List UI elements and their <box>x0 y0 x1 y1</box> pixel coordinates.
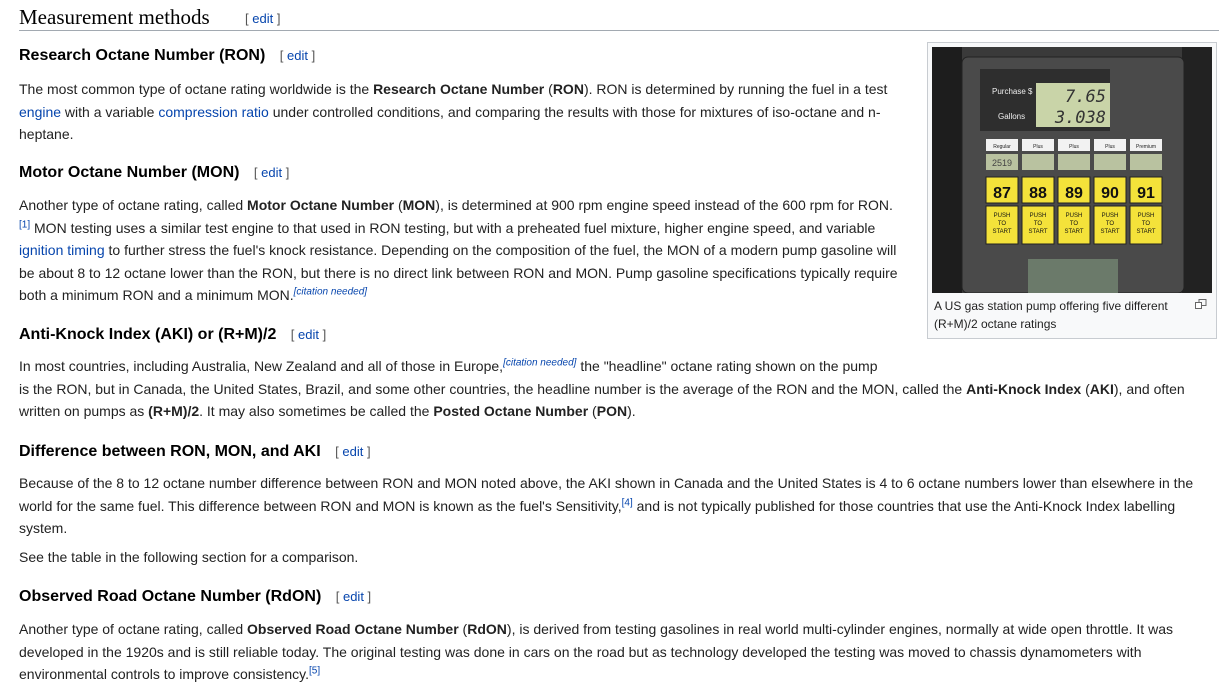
ref-4-link[interactable]: [4] <box>622 497 633 508</box>
enlarge-icon[interactable] <box>1195 298 1207 312</box>
grade-label-text-0: Regular <box>993 144 1011 150</box>
push-to-start-text: START <box>1028 229 1047 235</box>
diff-edit-link[interactable]: edit <box>342 444 363 459</box>
octane-number-3: 90 <box>1101 185 1119 202</box>
ron-edit: [ edit ] <box>279 48 316 63</box>
price-display-3 <box>1094 154 1126 170</box>
ron-paragraph: The most common type of octane rating wo… <box>19 81 888 142</box>
edit-link[interactable]: edit <box>252 11 273 26</box>
aki-heading-text: Anti-Knock Index (AKI) or (R+M)/2 <box>19 326 277 343</box>
push-to-start-text: PUSH <box>994 213 1011 219</box>
aki-paragraph: In most countries, including Australia, … <box>19 357 1185 419</box>
mon-edit: [ edit ] <box>253 165 290 180</box>
push-to-start-text: TO <box>998 221 1007 227</box>
octane-number-0: 87 <box>993 185 1011 202</box>
compression-ratio-link[interactable]: compression ratio <box>158 104 269 120</box>
gallons-value: 3.038 <box>1054 108 1106 128</box>
ignition-timing-link[interactable]: ignition timing <box>19 242 105 258</box>
diff-see-table: See the table in the following section f… <box>19 549 359 565</box>
push-to-start-text: TO <box>1106 221 1115 227</box>
engine-link[interactable]: engine <box>19 104 61 120</box>
grade-label-text-2: Plus <box>1069 144 1079 150</box>
gallons-label: Gallons <box>998 112 1025 121</box>
price-display-4 <box>1130 154 1162 170</box>
diff-paragraph: Because of the 8 to 12 octane number dif… <box>19 475 1194 536</box>
ref-1-link[interactable]: [1] <box>19 219 30 230</box>
ron-heading: Research Octane Number (RON) [ edit ] <box>19 47 315 65</box>
push-to-start-text: PUSH <box>1066 213 1083 219</box>
section-heading: Measurement methods [ edit ] <box>19 2 1219 31</box>
purchase-value: 7.65 <box>1065 87 1106 107</box>
citation-needed-link-2[interactable]: [citation needed] <box>503 357 576 368</box>
price-value-0: 2519 <box>992 158 1012 168</box>
octane-number-2: 89 <box>1065 185 1083 202</box>
octane-number-1: 88 <box>1029 185 1047 202</box>
price-display-2 <box>1058 154 1090 170</box>
push-to-start-text: START <box>1100 229 1119 235</box>
mon-edit-link[interactable]: edit <box>261 165 282 180</box>
diff-heading: Difference between RON, MON, and AKI [ e… <box>19 443 371 461</box>
aki-edit-link[interactable]: edit <box>298 327 319 342</box>
citation-needed-link[interactable]: [citation needed] <box>294 286 367 297</box>
ref-5-link[interactable]: [5] <box>309 665 320 676</box>
section-title: Measurement methods <box>19 5 210 29</box>
section-edit-link: [ edit ] <box>245 11 281 26</box>
mon-heading: Motor Octane Number (MON) [ edit ] <box>19 164 289 182</box>
price-displays: 2519 <box>986 154 1162 170</box>
grade-label-text-4: Premium <box>1136 144 1156 150</box>
push-to-start-text: PUSH <box>1102 213 1119 219</box>
octane-buttons: 87 PUSH TO START 88 PUSH TO START 89 PUSH TO START 9… <box>985 176 1163 245</box>
push-to-start-text: START <box>992 229 1011 235</box>
mon-heading-text: Motor Octane Number (MON) <box>19 164 240 181</box>
rdon-edit: [ edit ] <box>335 589 372 604</box>
push-to-start-text: START <box>1064 229 1083 235</box>
image-thumbnail: Purchase $ Gallons 7.65 3.038 Regular Plu… <box>927 42 1217 339</box>
rdon-heading: Observed Road Octane Number (RdON) [ edi… <box>19 588 371 606</box>
aki-heading: Anti-Knock Index (AKI) or (R+M)/2 [ edit… <box>19 326 326 344</box>
aki-edit: [ edit ] <box>290 327 327 342</box>
push-to-start-text: TO <box>1034 221 1043 227</box>
diff-edit: [ edit ] <box>335 444 371 459</box>
ron-edit-link[interactable]: edit <box>287 48 308 63</box>
mon-paragraph: Another type of octane rating, called Mo… <box>19 197 898 303</box>
diff-heading-text: Difference between RON, MON, and AKI <box>19 443 321 460</box>
octane-number-4: 91 <box>1137 185 1155 202</box>
grade-label-text-1: Plus <box>1033 144 1043 150</box>
grade-labels: Regular Plus Plus Plus Premium <box>986 139 1162 151</box>
push-to-start-text: TO <box>1070 221 1079 227</box>
push-to-start-text: PUSH <box>1138 213 1155 219</box>
push-to-start-text: TO <box>1142 221 1151 227</box>
image-caption: A US gas station pump offering five diff… <box>934 299 1168 331</box>
grade-label-text-3: Plus <box>1105 144 1115 150</box>
ron-heading-text: Research Octane Number (RON) <box>19 47 266 64</box>
push-to-start-text: PUSH <box>1030 213 1047 219</box>
rdon-paragraph: Another type of octane rating, called Ob… <box>19 621 1173 682</box>
rdon-edit-link[interactable]: edit <box>343 589 364 604</box>
rdon-heading-text: Observed Road Octane Number (RdON) <box>19 588 322 605</box>
price-display-1 <box>1022 154 1054 170</box>
push-to-start-text: START <box>1136 229 1155 235</box>
purchase-label: Purchase $ <box>992 87 1033 96</box>
gas-pump-image[interactable]: Purchase $ Gallons 7.65 3.038 Regular Plu… <box>932 47 1212 293</box>
